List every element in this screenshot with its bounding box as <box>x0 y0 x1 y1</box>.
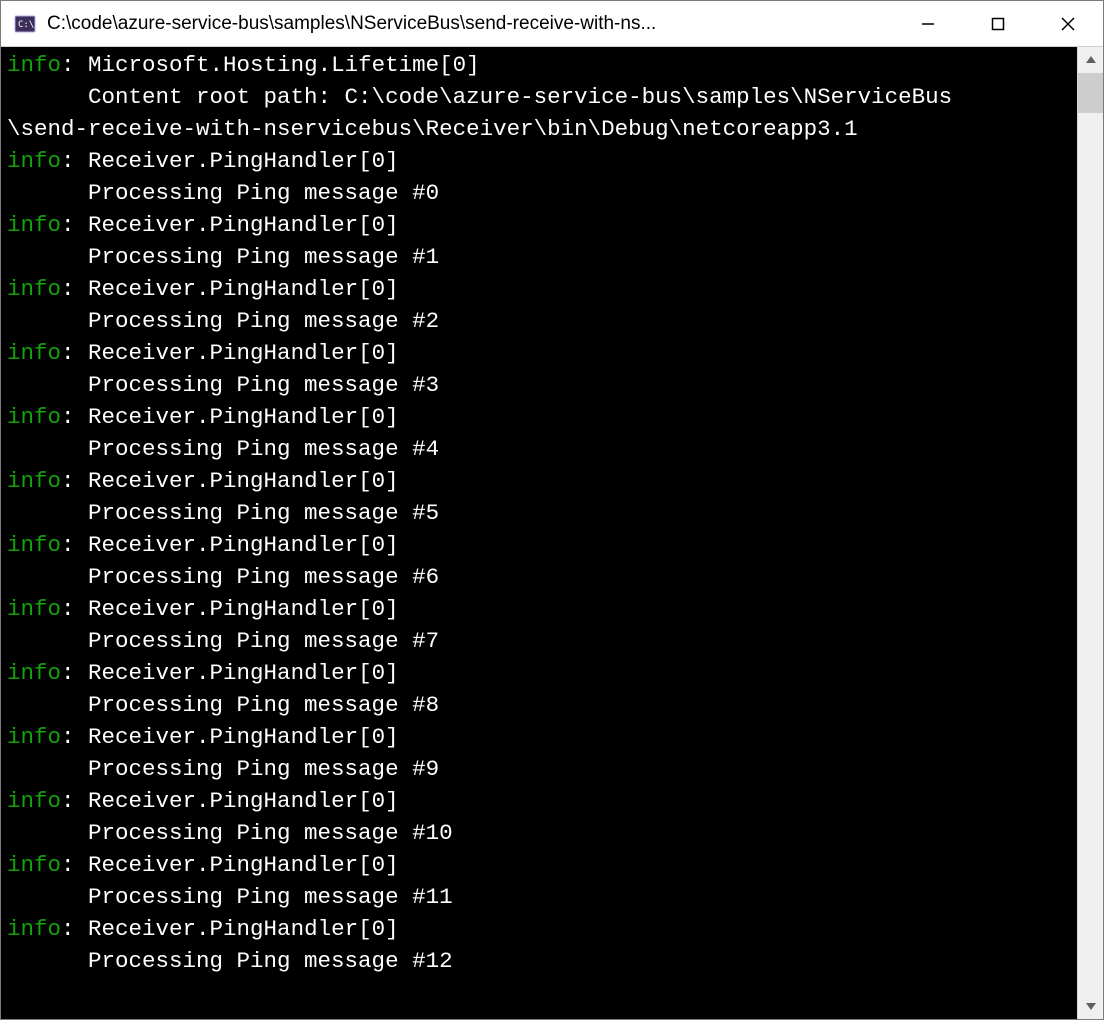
console-line: Processing Ping message #8 <box>7 689 1071 721</box>
app-icon: C:\ <box>11 10 39 38</box>
console-line: info: Receiver.PingHandler[0] <box>7 145 1071 177</box>
console-output[interactable]: info: Microsoft.Hosting.Lifetime[0] Cont… <box>1 47 1077 1019</box>
console-line: info: Microsoft.Hosting.Lifetime[0] <box>7 49 1071 81</box>
console-line: Processing Ping message #4 <box>7 433 1071 465</box>
console-line: Processing Ping message #3 <box>7 369 1071 401</box>
console-line: Processing Ping message #12 <box>7 945 1071 977</box>
console-line: info: Receiver.PingHandler[0] <box>7 465 1071 497</box>
console-line: Processing Ping message #7 <box>7 625 1071 657</box>
scrollbar-thumb[interactable] <box>1078 73 1103 113</box>
scrollbar-track[interactable] <box>1078 73 1103 993</box>
window-controls <box>893 1 1103 46</box>
console-line: info: Receiver.PingHandler[0] <box>7 209 1071 241</box>
console-line: Processing Ping message #5 <box>7 497 1071 529</box>
console-line: info: Receiver.PingHandler[0] <box>7 337 1071 369</box>
console-window: C:\ C:\code\azure-service-bus\samples\NS… <box>0 0 1104 1020</box>
console-line: Processing Ping message #9 <box>7 753 1071 785</box>
console-line: info: Receiver.PingHandler[0] <box>7 785 1071 817</box>
console-line: Processing Ping message #1 <box>7 241 1071 273</box>
scroll-down-button[interactable] <box>1078 993 1103 1019</box>
console-line: Processing Ping message #10 <box>7 817 1071 849</box>
console-line: Processing Ping message #0 <box>7 177 1071 209</box>
console-line: info: Receiver.PingHandler[0] <box>7 721 1071 753</box>
console-line: info: Receiver.PingHandler[0] <box>7 593 1071 625</box>
console-line: info: Receiver.PingHandler[0] <box>7 657 1071 689</box>
console-line: \send-receive-with-nservicebus\Receiver\… <box>7 113 1071 145</box>
client-area: info: Microsoft.Hosting.Lifetime[0] Cont… <box>1 47 1103 1019</box>
console-line: info: Receiver.PingHandler[0] <box>7 529 1071 561</box>
console-line: Content root path: C:\code\azure-service… <box>7 81 1071 113</box>
console-line: info: Receiver.PingHandler[0] <box>7 849 1071 881</box>
console-line: info: Receiver.PingHandler[0] <box>7 401 1071 433</box>
minimize-button[interactable] <box>893 1 963 46</box>
close-button[interactable] <box>1033 1 1103 46</box>
console-line: Processing Ping message #6 <box>7 561 1071 593</box>
svg-text:C:\: C:\ <box>18 20 34 30</box>
maximize-button[interactable] <box>963 1 1033 46</box>
console-line: Processing Ping message #2 <box>7 305 1071 337</box>
titlebar[interactable]: C:\ C:\code\azure-service-bus\samples\NS… <box>1 1 1103 47</box>
console-line: info: Receiver.PingHandler[0] <box>7 913 1071 945</box>
vertical-scrollbar[interactable] <box>1077 47 1103 1019</box>
scroll-up-button[interactable] <box>1078 47 1103 73</box>
console-line: Processing Ping message #11 <box>7 881 1071 913</box>
window-title: C:\code\azure-service-bus\samples\NServi… <box>47 13 893 35</box>
console-line: info: Receiver.PingHandler[0] <box>7 273 1071 305</box>
